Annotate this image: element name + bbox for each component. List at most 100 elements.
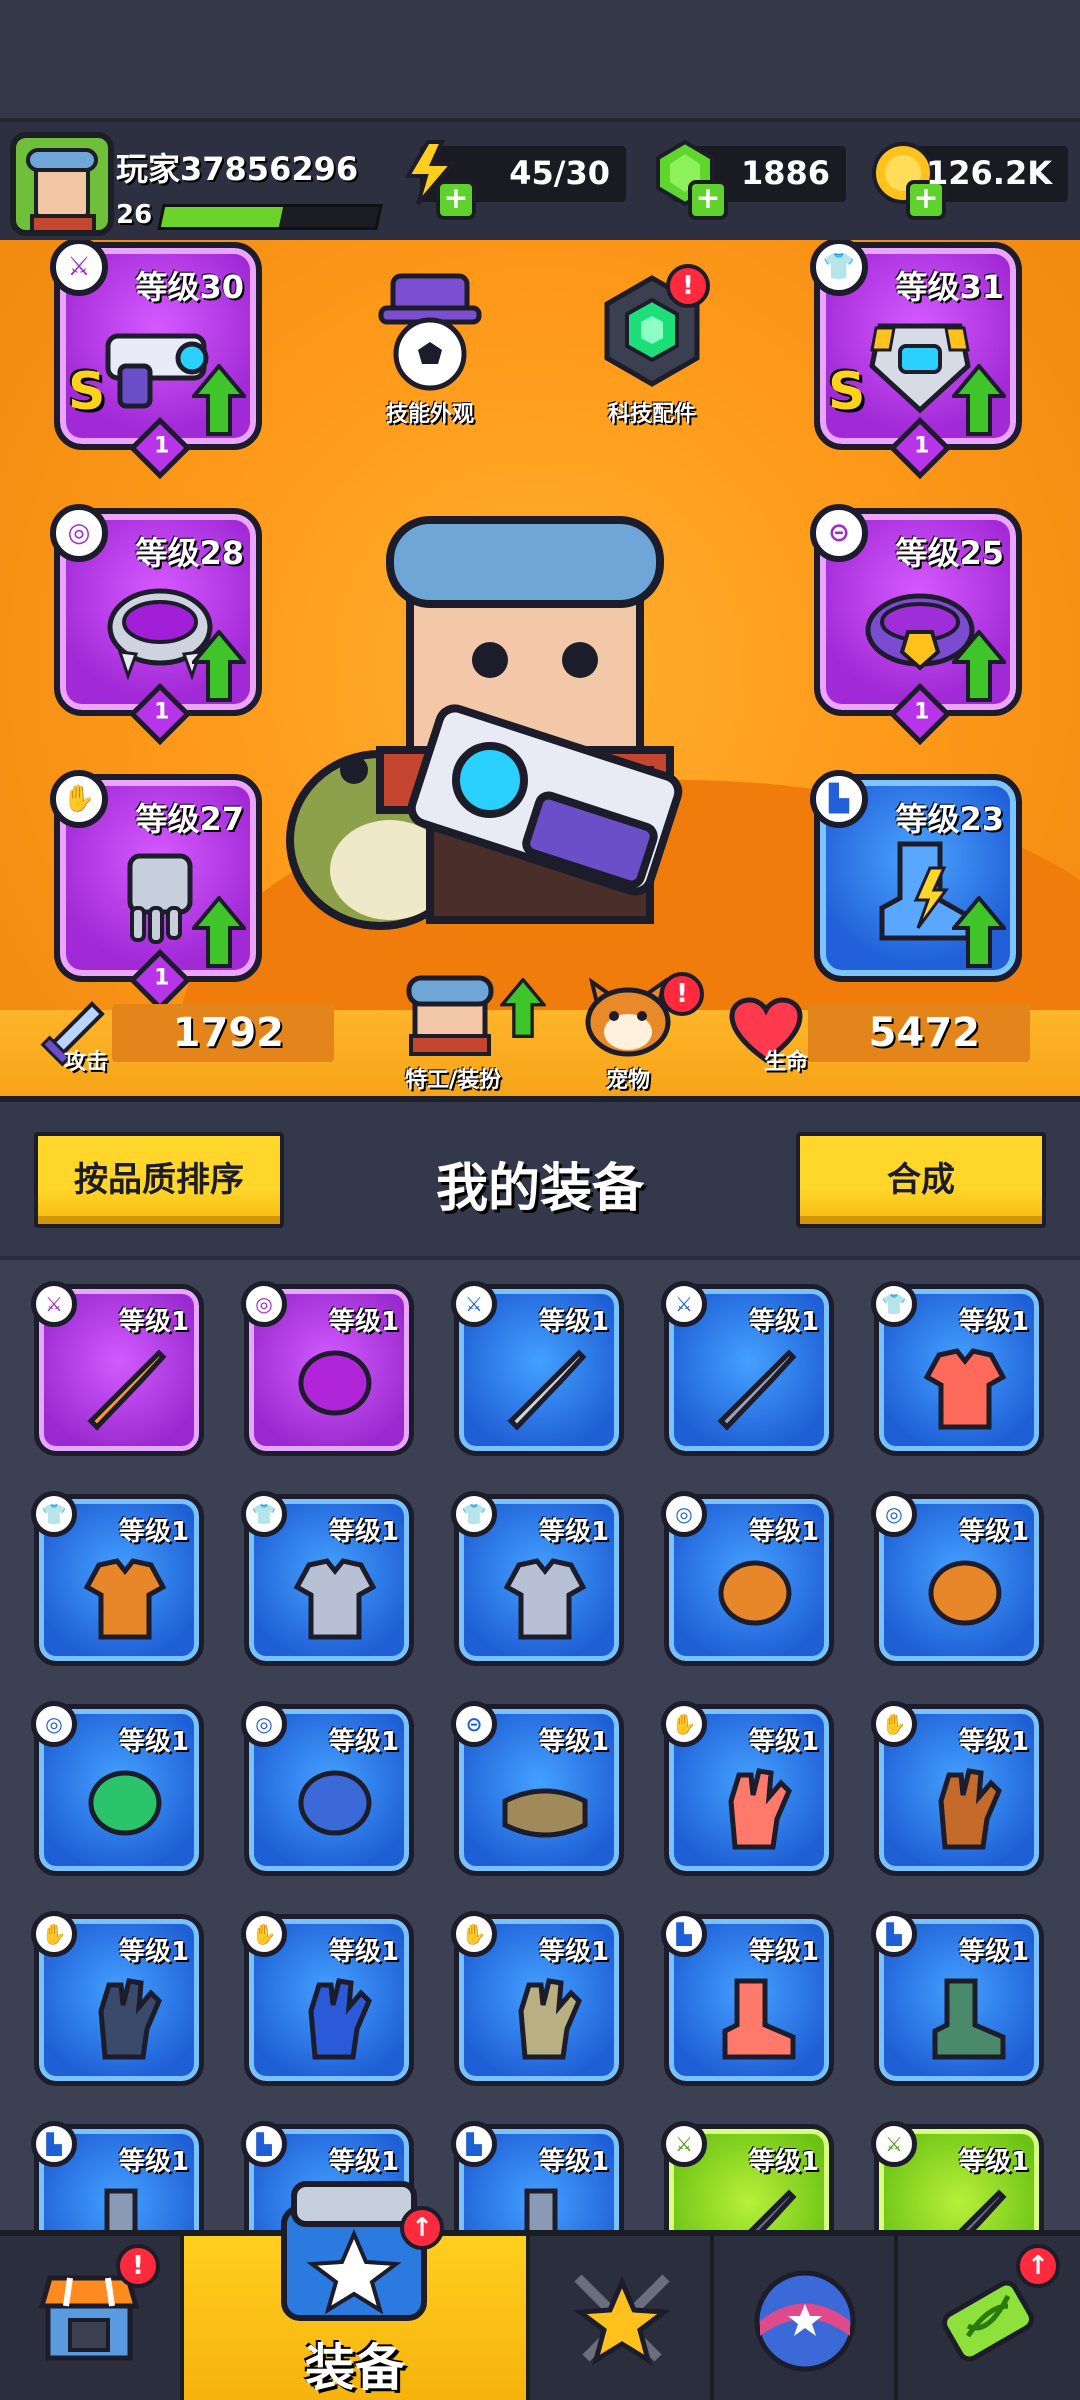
gem-counter[interactable]: + 1886 (656, 139, 846, 220)
weapon-icon: ⚔ (871, 2121, 917, 2167)
inventory-item[interactable]: 👕 等级1 (31, 1491, 204, 1666)
mic-staff-shape (87, 1349, 167, 1431)
player-avatar[interactable] (10, 132, 114, 236)
item-level: 等级1 (328, 2147, 399, 2177)
kunai-icon (507, 1349, 587, 1431)
inventory-item[interactable]: ✋ 等级1 (451, 1911, 624, 2086)
inventory-item[interactable]: ▙ 等级1 (451, 2121, 624, 2230)
spear-shape (748, 2189, 797, 2230)
item-level: 等级1 (118, 1727, 189, 1757)
inventory-item[interactable]: ✋ 等级1 (661, 1701, 834, 1876)
inventory-item[interactable]: ✋ 等级1 (31, 1911, 204, 2086)
energy-counter[interactable]: + 45/30 (404, 140, 626, 220)
inventory-item[interactable]: ✋ 等级1 (871, 1701, 1044, 1876)
item-level: 等级1 (748, 1727, 819, 1757)
khaki-glove-shape (518, 1978, 582, 2060)
equip-slot-belt[interactable]: ⊝ 等级25 1 (810, 504, 1022, 746)
inventory-item[interactable]: 👕 等级1 (451, 1491, 624, 1666)
avatar-goggles (26, 148, 98, 172)
inventory-item[interactable]: ▙ 等级1 (871, 1911, 1044, 2086)
brown-glove-icon (938, 1768, 1002, 1850)
upgrade-badge-icon: ↑ (1016, 2244, 1060, 2288)
nav-equipment[interactable]: ↑ 装备 (184, 2181, 530, 2400)
necklace-icon: ◎ (241, 1701, 287, 1747)
khaki-glove-icon (518, 1978, 582, 2060)
merge-button[interactable]: 合成 (796, 1132, 1046, 1228)
upgrade-arrow-icon (500, 978, 546, 1038)
add-energy-button[interactable]: + (436, 180, 476, 220)
soccer-ball-hat-icon (378, 273, 482, 391)
inventory-item[interactable]: ⚔ 等级1 (31, 1281, 204, 1456)
red-vest-shape (923, 1348, 1007, 1430)
inventory-item[interactable]: ⚔ 等级1 (661, 2121, 834, 2230)
skill-skin-button[interactable]: 技能外观 (360, 272, 500, 428)
boot-icon: ▙ (451, 2121, 497, 2167)
inventory-item[interactable]: ◎ 等级1 (661, 1491, 834, 1666)
hero-character (286, 516, 683, 930)
inventory-item[interactable]: 👕 等级1 (241, 1491, 414, 1666)
inventory-item[interactable]: ◎ 等级1 (241, 1281, 414, 1456)
item-level: 等级1 (748, 1517, 819, 1547)
weapon-icon: ⚔ (661, 2121, 707, 2167)
inventory-item[interactable]: ◎ 等级1 (871, 1491, 1044, 1666)
boot-type-icon: ▙ (810, 770, 868, 828)
shirt-icon: 👕 (871, 1281, 917, 1327)
equip-slot-necklace[interactable]: ◎ 等级28 1 (50, 504, 262, 746)
nav-shop[interactable]: ! (0, 2236, 184, 2400)
star-swords-icon (573, 2274, 671, 2366)
inventory-item[interactable]: ⚔ 等级1 (661, 1281, 834, 1456)
kunai-shape (507, 1349, 587, 1431)
equip-slot-armor[interactable]: 👕 等级31 S 1 (810, 240, 1022, 480)
equip-slot-gloves[interactable]: ✋ 等级27 1 (50, 770, 262, 1012)
green-boot-shape (932, 1978, 1006, 2060)
item-level: 等级1 (328, 1517, 399, 1547)
belt-type-icon: ⊝ (810, 504, 868, 562)
boot-icon: ▙ (661, 1911, 707, 1957)
equip-slot-weapon[interactable]: ⚔ 等级30 S 1 (50, 240, 262, 480)
equip-level: 等级23 (895, 800, 1004, 838)
blue-glove-icon (308, 1978, 372, 2060)
gem-necklace-shape (88, 1770, 162, 1836)
inventory-item[interactable]: ⚔ 等级1 (871, 2121, 1044, 2230)
item-level: 等级1 (538, 2147, 609, 2177)
inventory-item[interactable]: 👕 等级1 (871, 1281, 1044, 1456)
orange-coat-shape (83, 1558, 167, 1640)
glove-icon: ✋ (241, 1911, 287, 1957)
red-vest-icon (923, 1348, 1007, 1430)
shirt-type-icon: 👕 (810, 240, 868, 296)
inventory-item[interactable]: ▙ 等级1 (661, 1911, 834, 2086)
item-level: 等级1 (748, 1307, 819, 1337)
coin-counter[interactable]: + 126.2K (872, 142, 1068, 220)
shirt-icon: 👕 (31, 1491, 77, 1537)
item-level: 等级1 (748, 2147, 819, 2177)
inventory-item[interactable]: ◎ 等级1 (31, 1701, 204, 1876)
player-level: 26 (116, 200, 153, 230)
inventory-item[interactable]: ✋ 等级1 (241, 1911, 414, 2086)
upgrade-badge-icon: ↑ (400, 2206, 444, 2250)
coin-value: 126.2K (925, 154, 1052, 192)
alert-badge-icon: ! (116, 2244, 160, 2288)
inventory-item[interactable]: ⚔ 等级1 (451, 1281, 624, 1456)
leather-belt-shape (502, 1788, 588, 1838)
upgrade-arrow-icon (192, 630, 246, 702)
status-bar (0, 0, 1080, 118)
item-level: 等级1 (118, 1937, 189, 1967)
spear-icon (748, 2189, 797, 2230)
necklace-icon: ◎ (241, 1281, 287, 1327)
nav-battle[interactable] (530, 2236, 714, 2400)
inventory-item[interactable]: ◎ 等级1 (241, 1701, 414, 1876)
inventory-item[interactable]: ⊝ 等级1 (451, 1701, 624, 1876)
avatar-scarf (30, 214, 96, 230)
glove-icon: ✋ (661, 1701, 707, 1747)
equip-slot-boots[interactable]: ▙ 等级23 (810, 770, 1022, 982)
upgrade-arrow-icon (192, 896, 246, 968)
red-glove-shape (728, 1768, 792, 1850)
nav-gacha[interactable] (714, 2236, 898, 2400)
glove-icon: ✋ (31, 1911, 77, 1957)
nav-dna[interactable]: ↑ (898, 2236, 1080, 2400)
spike-collar-icon (298, 1350, 372, 1416)
add-gems-button[interactable]: + (688, 180, 728, 220)
orange-coat-icon (83, 1558, 167, 1640)
inventory-item[interactable]: ▙ 等级1 (31, 2121, 204, 2230)
dark-glove-icon (98, 1978, 162, 2060)
